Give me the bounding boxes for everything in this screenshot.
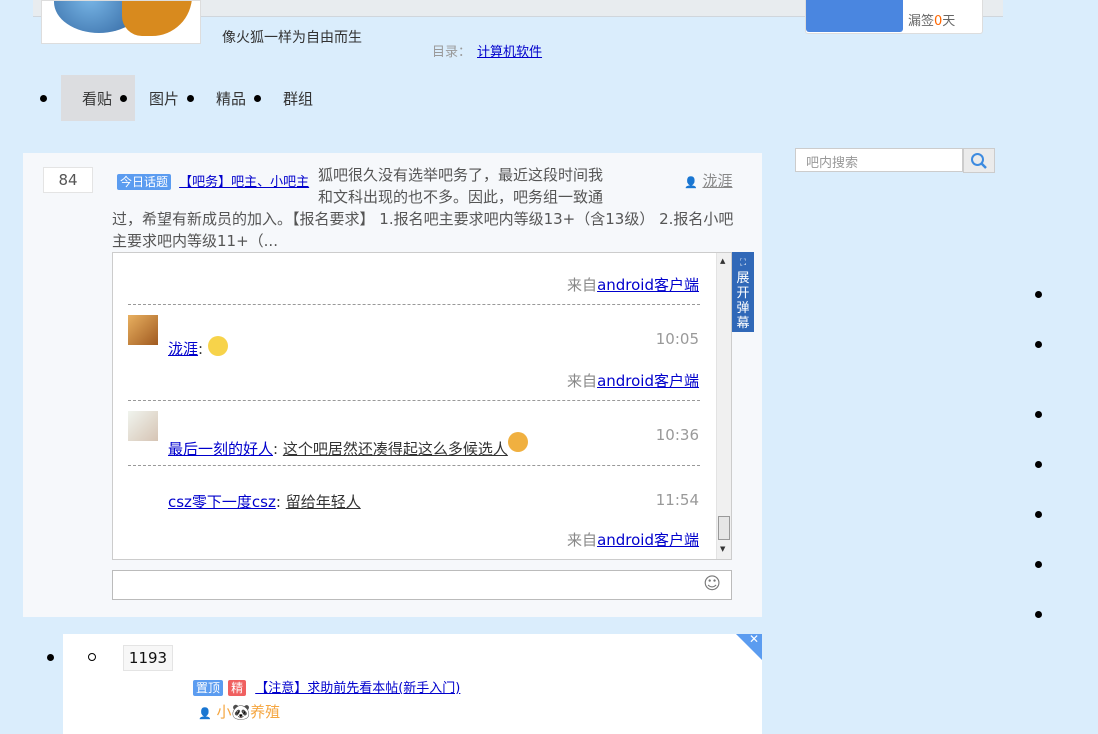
source-link[interactable]: android客户端 xyxy=(597,372,699,390)
comment-time: 10:36 xyxy=(655,426,699,444)
comment-source: 来自android客户端 xyxy=(567,372,699,390)
forum-slogan: 像火狐一样为自由而生 xyxy=(222,30,362,46)
sign-status: 漏签0天 xyxy=(908,14,956,29)
close-icon[interactable]: ✕ xyxy=(749,632,759,646)
source-link[interactable]: android客户端 xyxy=(597,531,699,549)
comment-source: 来自android客户端 xyxy=(567,531,699,549)
directory-link[interactable]: 计算机软件 xyxy=(477,45,542,60)
reply-count: 1193 xyxy=(123,645,173,671)
bullet xyxy=(1035,461,1042,468)
source-link[interactable]: android客户端 xyxy=(597,276,699,294)
featured-badge: 精 xyxy=(228,680,247,696)
thread-item: 1193 置顶 精 【注意】求助前先看本帖(新手入门) 👤 小🐼养殖 ✕ xyxy=(63,632,762,734)
emoji-picker-icon[interactable]: ☺ xyxy=(703,574,721,594)
bullet xyxy=(40,94,47,102)
search-input[interactable]: 吧内搜索 xyxy=(795,148,963,172)
bullet xyxy=(1035,411,1042,418)
bullet xyxy=(47,654,54,661)
tab-posts[interactable]: 看贴 xyxy=(61,75,136,121)
divider xyxy=(128,304,700,305)
comment-list: 来自android客户端 泷涯: 10:05 来自android客户端 最后一刻… xyxy=(112,252,732,560)
scrollbar[interactable]: ▲ ▼ xyxy=(716,253,731,559)
thread-title-link[interactable]: 【吧务】吧主、小吧主 xyxy=(179,175,309,190)
tab-images[interactable]: 图片 xyxy=(135,75,202,121)
bullet xyxy=(1035,291,1042,298)
thread-title-row: 置顶 精 【注意】求助前先看本帖(新手入门) xyxy=(193,677,460,696)
author-link[interactable]: 泷涯 xyxy=(702,172,732,190)
emoji-icon xyxy=(207,336,228,356)
directory: 目录： 计算机软件 xyxy=(432,41,542,60)
bullet xyxy=(88,653,96,661)
bullet xyxy=(1035,561,1042,568)
comment-user-link[interactable]: csz零下一度csz xyxy=(168,493,276,511)
comment: 泷涯: xyxy=(168,336,228,359)
comment-time: 10:05 xyxy=(655,330,699,348)
directory-label: 目录： xyxy=(432,45,472,60)
user-icon: 👤 xyxy=(684,176,698,189)
tab-groups[interactable]: 群组 xyxy=(269,75,321,121)
nav-tabs: 看贴 图片 精品 群组 xyxy=(40,75,321,121)
sign-in-button[interactable] xyxy=(806,0,903,32)
comment-user-link[interactable]: 泷涯 xyxy=(168,340,198,358)
today-topic-badge: 今日话题 xyxy=(117,174,172,190)
thread-title-link[interactable]: 【注意】求助前先看本帖(新手入门) xyxy=(255,681,460,696)
thread-abstract-head: 狐吧很久没有选举吧务了，最近这段时间我 和文科出现的也不多。因此，吧务组一致通 xyxy=(318,166,604,206)
reply-count: 84 xyxy=(43,167,93,193)
comment-user-link[interactable]: 最后一刻的好人 xyxy=(168,440,273,458)
thread-abstract: 过，希望有新成员的加入。【报名要求】 1.报名吧主要求吧内等级13+（含13级）… xyxy=(112,210,734,250)
pinned-badge: 置顶 xyxy=(193,680,224,696)
expand-icon: ⛶ xyxy=(739,258,747,268)
user-avatar[interactable] xyxy=(128,411,158,441)
divider xyxy=(128,400,700,401)
tab-featured[interactable]: 精品 xyxy=(202,75,269,121)
bullet xyxy=(1035,341,1042,348)
bullet xyxy=(1035,511,1042,518)
user-avatar[interactable] xyxy=(128,315,158,345)
search-icon xyxy=(971,152,987,169)
reply-input[interactable]: ☺ xyxy=(112,570,732,600)
comment: csz零下一度csz: 留给年轻人 xyxy=(168,493,361,511)
thread-title-row: 今日话题 【吧务】吧主、小吧主 xyxy=(117,171,309,190)
comment-time: 11:54 xyxy=(655,491,699,509)
bullet xyxy=(1035,611,1042,618)
thread-author: 👤 小🐼养殖 xyxy=(198,701,280,722)
comment: 最后一刻的好人: 这个吧居然还凑得起这么多候选人 xyxy=(168,432,528,459)
divider xyxy=(128,465,700,466)
author-link[interactable]: 小🐼养殖 xyxy=(216,703,280,721)
crying-emoji-icon xyxy=(507,432,528,452)
thread-author: 👤 泷涯 xyxy=(684,170,733,191)
search-button[interactable] xyxy=(963,148,995,173)
user-icon: 👤 xyxy=(198,707,212,720)
scrollbar-thumb[interactable] xyxy=(718,516,730,540)
expand-danmu-button[interactable]: ⛶ 展开弹幕 xyxy=(732,252,754,332)
forum-logo xyxy=(41,0,201,44)
sign-in-box: 漏签0天 xyxy=(805,0,983,34)
comment-source: 来自android客户端 xyxy=(567,276,699,294)
